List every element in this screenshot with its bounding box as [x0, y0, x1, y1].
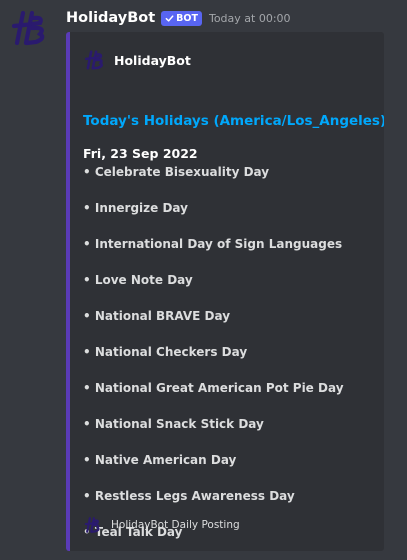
- holiday-item: • Love Note Day: [83, 273, 193, 287]
- chat-message: HolidayBot BOT Today at 00:00 HolidayBot: [0, 0, 407, 560]
- holiday-item: • National Checkers Day: [83, 345, 248, 359]
- holiday-item: • National BRAVE Day: [83, 309, 231, 323]
- holiday-item: • Celebrate Bisexuality Day: [83, 165, 270, 179]
- embed-author-name: HolidayBot: [114, 52, 191, 68]
- holiday-item: • National Great American Pot Pie Day: [83, 381, 344, 395]
- checkmark-icon: [165, 14, 174, 22]
- holiday-embed: HolidayBot Today's Holidays (America/Los…: [66, 32, 384, 551]
- holiday-item: • Innergize Day: [83, 201, 188, 215]
- holidaybot-logo-icon: [84, 50, 103, 70]
- bot-tag: BOT: [161, 10, 202, 26]
- bot-tag-label: BOT: [176, 12, 198, 24]
- message-header: HolidayBot BOT Today at 00:00: [66, 8, 291, 28]
- embed-footer-text: HolidayBot Daily Posting: [111, 519, 240, 531]
- embed-description: Fri, 23 Sep 2022 • Celebrate Bisexuality…: [83, 145, 379, 551]
- embed-title[interactable]: Today's Holidays (America/Los_Angeles):: [83, 113, 384, 129]
- embed-author: HolidayBot: [84, 49, 191, 71]
- message-timestamp[interactable]: Today at 00:00: [209, 12, 291, 25]
- holiday-item: • International Day of Sign Languages: [83, 237, 343, 251]
- holiday-item: • Native American Day: [83, 453, 237, 467]
- author-name[interactable]: HolidayBot: [66, 10, 155, 26]
- holiday-date: Fri, 23 Sep 2022: [83, 146, 198, 161]
- embed-footer: HolidayBot Daily Posting: [84, 516, 240, 534]
- holiday-item: • National Snack Stick Day: [83, 417, 264, 431]
- holidaybot-avatar-icon[interactable]: [10, 8, 50, 48]
- holidaybot-footer-icon: [84, 517, 100, 533]
- holiday-list: • Celebrate Bisexuality Day • Innergize …: [83, 163, 379, 551]
